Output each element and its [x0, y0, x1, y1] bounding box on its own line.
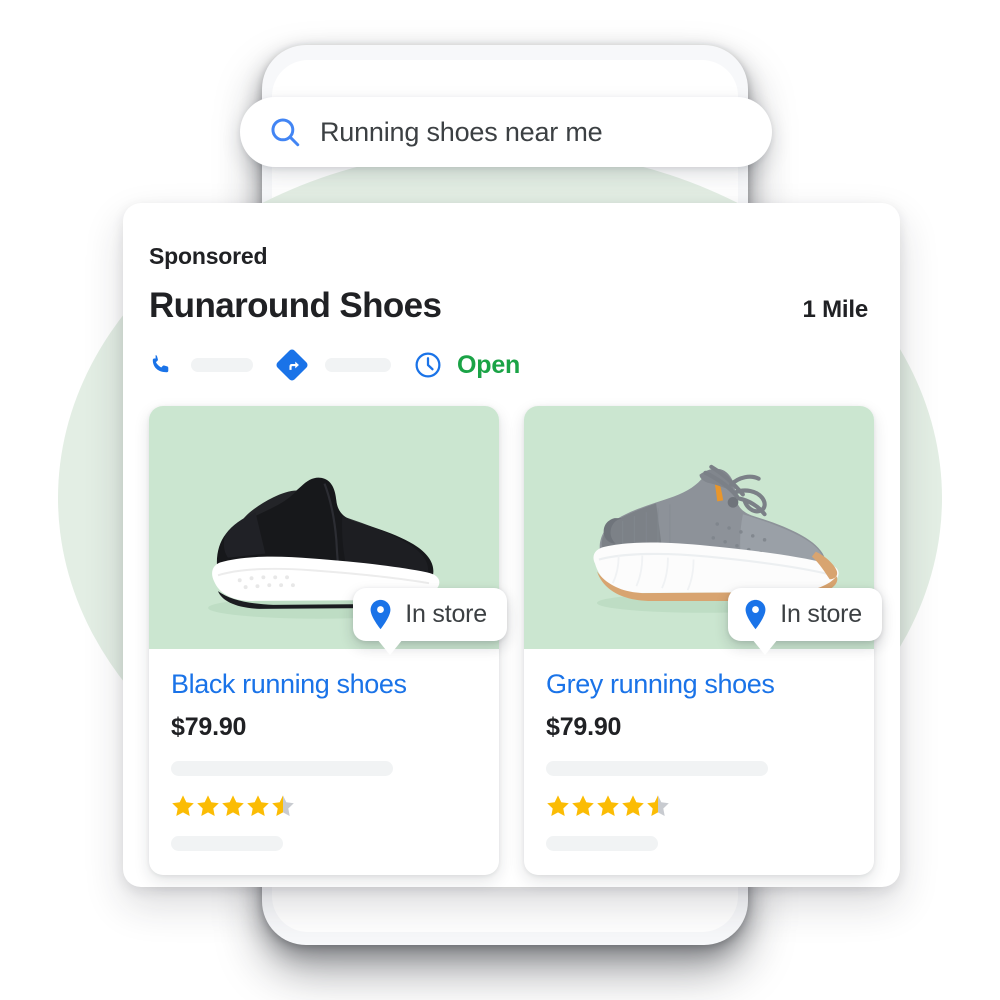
search-bar[interactable]: Running shoes near me [240, 97, 772, 167]
review-count-placeholder [546, 836, 658, 851]
product-price: $79.90 [171, 713, 247, 741]
search-input[interactable]: Running shoes near me [320, 117, 603, 148]
product-title[interactable]: Black running shoes [171, 669, 477, 700]
distance-label: 1 Mile [802, 296, 869, 323]
sponsored-ad-card[interactable]: Sponsored Runaround Shoes 1 Mile Open In… [123, 203, 900, 887]
product-image-grey-shoe: In store [524, 406, 882, 655]
description-placeholder [546, 761, 768, 776]
in-store-badge: In store [728, 588, 882, 655]
directions-placeholder [325, 358, 391, 372]
product-details: Grey running shoes $79.90 [524, 649, 874, 875]
clock-icon [413, 350, 443, 380]
search-icon [268, 115, 302, 149]
directions-icon[interactable] [275, 348, 309, 382]
in-store-label: In store [405, 600, 487, 628]
rating-stars [546, 793, 852, 819]
illustration-stage: Running shoes near me Sponsored Runaroun… [0, 0, 1000, 1000]
phone-number-placeholder [191, 358, 253, 372]
description-placeholder [171, 761, 393, 776]
in-store-label: In store [780, 600, 862, 628]
phone-icon[interactable] [149, 352, 175, 378]
map-pin-icon [743, 599, 768, 630]
in-store-badge: In store [353, 588, 507, 655]
product-card[interactable]: In store Grey running shoes $79.90 [524, 406, 882, 875]
product-title[interactable]: Grey running shoes [546, 669, 852, 700]
open-status-badge: Open [457, 350, 521, 379]
business-name: Runaround Shoes [149, 286, 442, 325]
business-header: Runaround Shoes 1 Mile [149, 286, 874, 326]
rating-stars [171, 793, 477, 819]
product-grid: In store Black running shoes $79.90 In s… [149, 406, 882, 875]
product-details: Black running shoes $79.90 [149, 649, 499, 875]
action-row: Open [149, 348, 874, 382]
sponsored-label: Sponsored [149, 243, 268, 269]
product-image-black-shoe: In store [149, 406, 507, 655]
product-card[interactable]: In store Black running shoes $79.90 [149, 406, 507, 875]
map-pin-icon [368, 599, 393, 630]
review-count-placeholder [171, 836, 283, 851]
product-price: $79.90 [546, 713, 622, 741]
